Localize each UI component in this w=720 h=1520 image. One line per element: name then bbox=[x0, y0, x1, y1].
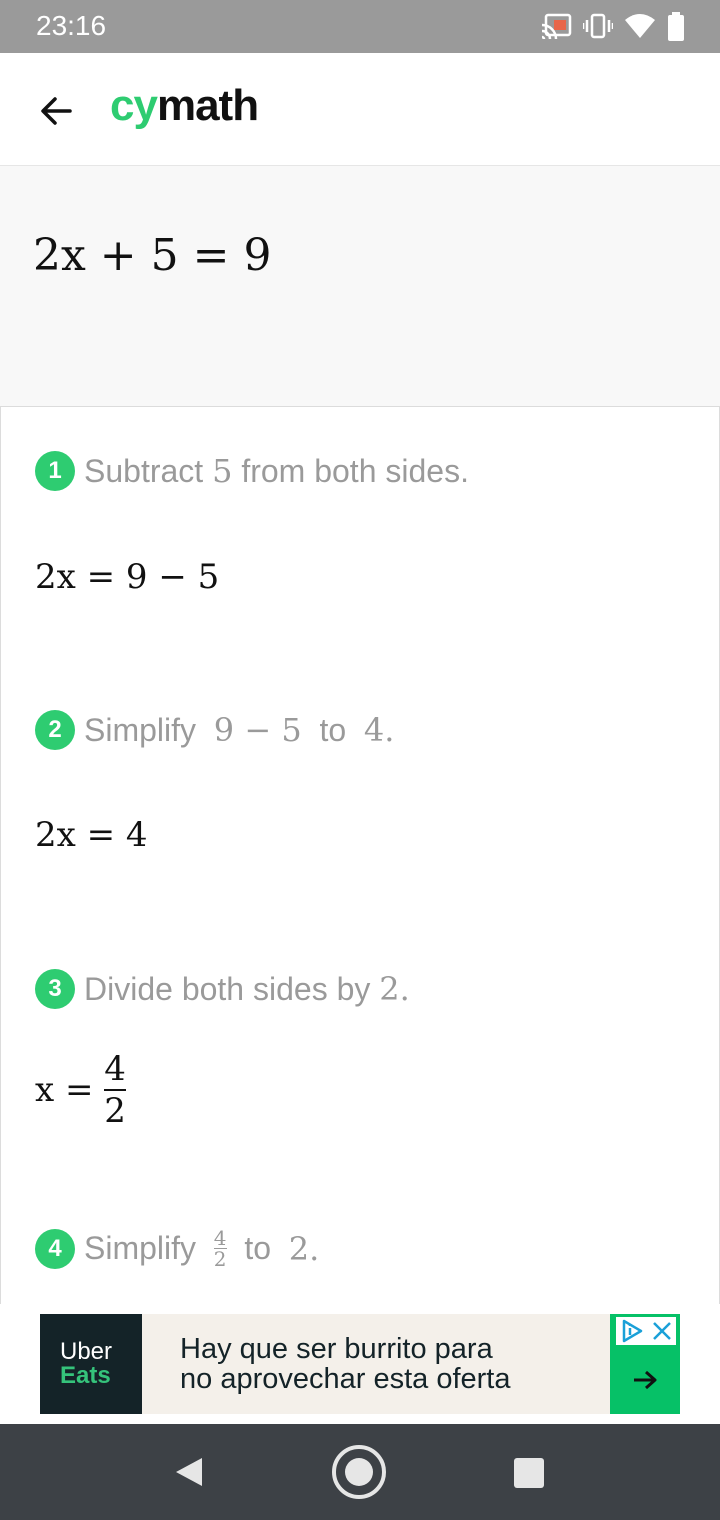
fraction-denominator: 2 bbox=[104, 1091, 126, 1131]
step-2-header: 2 Simplify 9 − 5 to 4. bbox=[35, 710, 394, 750]
step-number-badge: 4 bbox=[35, 1228, 75, 1269]
app-bar: cymath bbox=[0, 53, 720, 166]
fraction: 4 2 bbox=[104, 1049, 126, 1131]
cast-icon bbox=[541, 13, 572, 40]
logo-line-1: Uber bbox=[60, 1338, 113, 1365]
step-math: 4. bbox=[363, 711, 395, 749]
step-math: 9 − 5 bbox=[213, 711, 302, 749]
step-math: 2. bbox=[288, 1229, 320, 1268]
problem-expression: 2x + 5 = 9 bbox=[33, 230, 272, 281]
close-icon[interactable] bbox=[651, 1320, 673, 1342]
step-text: Subtract bbox=[84, 452, 204, 489]
fraction-numerator: 4 bbox=[104, 1049, 126, 1089]
cymath-logo: cymath bbox=[110, 81, 259, 131]
step-text: Divide both sides by bbox=[84, 970, 371, 1007]
arrow-left-icon bbox=[41, 97, 72, 125]
logo-cy: cy bbox=[110, 81, 158, 130]
back-button[interactable] bbox=[28, 83, 84, 139]
ad-banner[interactable]: Uber Eats Hay que ser burrito para no ap… bbox=[40, 1314, 680, 1414]
step-text: Simplify bbox=[84, 1230, 197, 1266]
status-bar: 23:16 bbox=[0, 0, 720, 53]
step-1-header: 1 Subtract 5 from both sides. bbox=[35, 451, 469, 491]
logo-math: math bbox=[156, 81, 259, 130]
step-2-result: 2x = 4 bbox=[35, 815, 148, 855]
ad-choices[interactable] bbox=[616, 1317, 676, 1345]
uber-eats-logo: Uber Eats bbox=[40, 1314, 142, 1414]
nav-back-icon[interactable] bbox=[170, 1454, 206, 1490]
vibrate-icon bbox=[583, 13, 613, 39]
status-time: 23:16 bbox=[36, 10, 107, 41]
fraction-denominator: 2 bbox=[213, 1247, 227, 1271]
step-number-badge: 2 bbox=[35, 710, 75, 750]
solution-steps: 1 Subtract 5 from both sides. 2x = 9 − 5… bbox=[0, 406, 720, 1304]
ad-text-line-2: no aprovechar esta oferta bbox=[180, 1363, 511, 1395]
step-number-badge: 1 bbox=[35, 451, 75, 491]
adchoices-icon[interactable] bbox=[620, 1319, 644, 1343]
nav-recents-icon[interactable] bbox=[512, 1456, 546, 1490]
inline-fraction: 4 2 bbox=[213, 1226, 227, 1271]
step-math: 2. bbox=[379, 970, 410, 1008]
ad-text-line-1: Hay que ser burrito para bbox=[180, 1333, 493, 1365]
step-3-result: x = 4 2 bbox=[35, 1049, 126, 1131]
logo-line-2: Eats bbox=[60, 1362, 111, 1389]
step-number-badge: 3 bbox=[35, 969, 75, 1009]
step-3-header: 3 Divide both sides by 2. bbox=[35, 969, 410, 1009]
fraction-numerator: 4 bbox=[213, 1226, 227, 1250]
step-math: 5 bbox=[212, 452, 233, 490]
battery-icon bbox=[668, 12, 684, 41]
result-lhs: x = bbox=[35, 1070, 94, 1110]
ad-text: Hay que ser burrito para no aprovechar e… bbox=[180, 1334, 510, 1394]
step-text: Simplify bbox=[84, 711, 197, 748]
step-1-result: 2x = 9 − 5 bbox=[35, 557, 220, 597]
wifi-icon bbox=[625, 14, 655, 38]
step-4-header: 4 Simplify 4 2 to 2. bbox=[35, 1228, 319, 1269]
step-text: from both sides. bbox=[241, 452, 469, 489]
nav-home-icon[interactable] bbox=[330, 1443, 388, 1501]
step-text: to bbox=[319, 711, 347, 748]
problem-panel: 2x + 5 = 9 bbox=[0, 166, 720, 406]
step-text: to bbox=[244, 1230, 271, 1266]
arrow-right-icon bbox=[634, 1370, 657, 1390]
navigation-bar bbox=[0, 1424, 720, 1520]
